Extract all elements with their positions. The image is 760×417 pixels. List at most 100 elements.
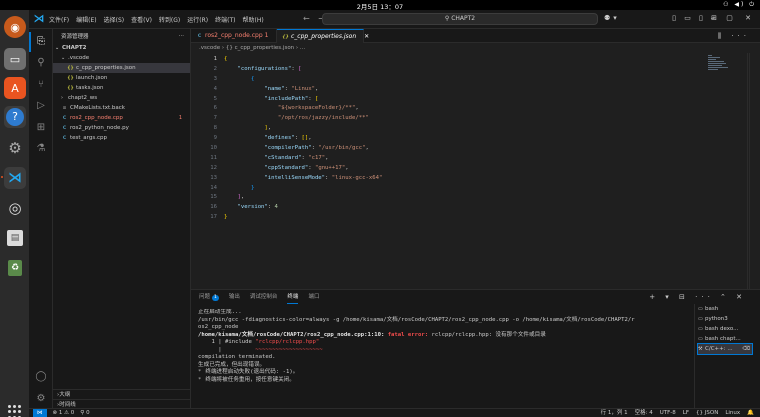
code-line: "cStandard": "c17",	[264, 154, 329, 161]
copilot-icon[interactable]: ⚉▾	[604, 14, 620, 22]
code-content[interactable]: { "configurations": [ { "name": "Linux",…	[224, 55, 382, 223]
tree-item[interactable]: Cros2_cpp_node.cpp 1	[53, 113, 190, 123]
code-line: {	[250, 75, 255, 82]
tree-item[interactable]: Ctest_args.cpp	[53, 133, 190, 143]
tab-ports[interactable]: 端口	[308, 290, 319, 304]
files-icon[interactable]: ▭	[4, 48, 26, 70]
manage-gear-icon[interactable]: ⚙	[34, 392, 48, 406]
menu-file[interactable]: 文件(F)	[49, 15, 69, 24]
more-actions-icon[interactable]: ···	[179, 33, 184, 39]
tree-item-label: tasks.json	[76, 85, 104, 91]
code-line: "defines": [],	[264, 135, 312, 142]
code-editor[interactable]: 1 2 3 4 5 6 7 8 9 10 11 12 13 14 15 16 17 { "configurati…	[191, 53, 760, 289]
terminal-item[interactable]: ⚒ C/C++: ... ⌫	[697, 343, 753, 355]
trash-icon[interactable]: ♻	[4, 257, 26, 279]
show-apps-icon[interactable]	[8, 405, 22, 417]
panel-actions[interactable]: + ▾ ⊟ ··· ⌃ ✕	[649, 293, 746, 301]
cpp-file-icon: C	[197, 34, 202, 39]
system-tray[interactable]: ⚇ ◀) ⏻	[723, 1, 756, 9]
editor-actions[interactable]: ⫼ ···	[718, 32, 750, 41]
tree-item[interactable]: Cros2_python_node.py	[53, 123, 190, 133]
status-eol[interactable]: LF	[683, 409, 689, 417]
line-number: 9	[213, 135, 217, 142]
activity-bar: ⎘ ⚲ ⑂ ▷ ⊞ ⚗ ◯ ⚙	[29, 29, 53, 417]
outline-section[interactable]: ›大纲	[53, 389, 190, 399]
vertical-scrollbar[interactable]	[749, 53, 760, 289]
vscode-icon[interactable]: ⋊	[4, 167, 26, 189]
app-center-icon[interactable]: A	[4, 77, 26, 99]
line-number: 8	[213, 125, 217, 132]
menu-terminal[interactable]: 终端(T)	[215, 15, 235, 24]
terminal-line: 生成已完成，但出现错误。	[198, 361, 266, 368]
command-center-search[interactable]: ⚲ CHAPT2	[322, 13, 598, 25]
tree-item[interactable]: {} launch.json	[53, 73, 190, 83]
help-icon[interactable]: ?	[4, 106, 26, 128]
testing-icon[interactable]: ⚗	[34, 142, 48, 156]
tree-item[interactable]: › chapt2_ws	[53, 93, 190, 103]
status-ports[interactable]: ⚲ 0	[80, 409, 89, 417]
tree-item[interactable]: {} tasks.json	[53, 83, 190, 93]
firefox-icon[interactable]: ◉	[4, 16, 26, 38]
trash-icon[interactable]: ⌫	[742, 344, 750, 354]
workspace-root[interactable]: ⌄ CHAPT2	[53, 43, 190, 53]
tree-item-label: ros2_cpp_node.cpp	[70, 115, 123, 121]
code-line: "intelliSenseMode": "linux-gcc-x64"	[264, 174, 383, 181]
status-platform[interactable]: Linux	[725, 409, 740, 417]
tab-terminal[interactable]: 终端	[287, 290, 299, 304]
line-number: 2	[213, 65, 217, 72]
status-indentation[interactable]: 空格: 4	[635, 409, 653, 417]
tab-output[interactable]: 输出	[229, 290, 240, 304]
tree-item[interactable]: ≡ CMakeLists.txt.back	[53, 103, 190, 113]
menu-bar: 文件(F) 编辑(E) 选择(S) 查看(V) 转到(G) 运行(R) 终端(T…	[49, 15, 264, 24]
account-icon[interactable]: ◯	[34, 370, 48, 384]
disc-icon[interactable]: ◎	[4, 197, 26, 219]
explorer-icon[interactable]: ⎘	[34, 35, 48, 49]
menu-view[interactable]: 查看(V)	[131, 15, 152, 24]
extensions-icon[interactable]: ⊞	[34, 121, 48, 135]
terminal-item[interactable]: ▭ bash chapt...	[698, 334, 752, 344]
running-indicator	[1, 176, 3, 178]
menu-selection[interactable]: 选择(S)	[104, 15, 125, 24]
ubuntu-dock: ◉ ▭ A ? ⚙ ⋊ ◎ ▤ ♻	[0, 10, 29, 417]
drive-icon[interactable]: ▤	[4, 227, 26, 249]
terminal-output[interactable]: 正在启动生成.../usr/bin/gcc -fdiagnostics-colo…	[198, 309, 688, 384]
code-line: "configurations": [	[237, 65, 302, 72]
close-icon[interactable]: ✕	[364, 33, 369, 40]
terminal-item[interactable]: ▭ bash	[698, 304, 752, 314]
terminal-item[interactable]: ▭ bash dexo...	[698, 324, 752, 334]
settings-icon[interactable]: ⚙	[4, 137, 26, 159]
tab-ros2-cpp-node[interactable]: Cros2_cpp_node.cpp 1	[191, 29, 277, 43]
code-line: {	[224, 56, 228, 62]
status-cursor-position[interactable]: 行 1，列 1	[601, 409, 628, 417]
status-encoding[interactable]: UTF-8	[660, 409, 676, 417]
terminal-icon: ▭	[698, 326, 703, 332]
source-control-icon[interactable]: ⑂	[34, 78, 48, 92]
status-problems[interactable]: ⊗ 1 ⚠ 0	[53, 409, 75, 417]
tree-item[interactable]: {} c_cpp_properties.json	[53, 63, 190, 73]
tree-item[interactable]: ⌄ .vscode	[53, 53, 190, 63]
breadcrumb[interactable]: .vscode › {} c_cpp_properties.json › ...	[191, 43, 760, 53]
tools-icon: ⚒	[698, 346, 703, 352]
line-number: 7	[213, 115, 217, 122]
menu-run[interactable]: 运行(R)	[187, 15, 208, 24]
code-line: "cppStandard": "gnu++17",	[264, 164, 349, 171]
tree-item-label: c_cpp_properties.json	[76, 65, 136, 71]
line-number: 11	[210, 154, 217, 161]
notifications-icon[interactable]: 🔔	[747, 409, 754, 417]
overview-ruler	[747, 53, 748, 289]
remote-icon[interactable]: ⋈	[33, 409, 47, 417]
status-language[interactable]: {} JSON	[696, 409, 718, 417]
tab-c-cpp-properties[interactable]: {} c_cpp_properties.json ✕	[277, 29, 369, 43]
menu-edit[interactable]: 编辑(E)	[76, 15, 96, 24]
menu-help[interactable]: 帮助(H)	[242, 15, 263, 24]
status-left: ⋈ ⊗ 1 ⚠ 0 ⚲ 0	[33, 409, 90, 417]
search-view-icon[interactable]: ⚲	[34, 56, 48, 70]
line-number: 14	[210, 184, 217, 191]
window-controls[interactable]: – ▢ ✕	[711, 14, 756, 22]
tab-problems[interactable]: 问题 1	[199, 290, 219, 304]
menu-go[interactable]: 转到(G)	[159, 15, 180, 24]
minimap[interactable]	[708, 55, 732, 75]
tab-debug-console[interactable]: 调试控制台	[250, 290, 278, 304]
run-debug-icon[interactable]: ▷	[34, 99, 48, 113]
terminal-item[interactable]: ▭ python3	[698, 314, 752, 324]
